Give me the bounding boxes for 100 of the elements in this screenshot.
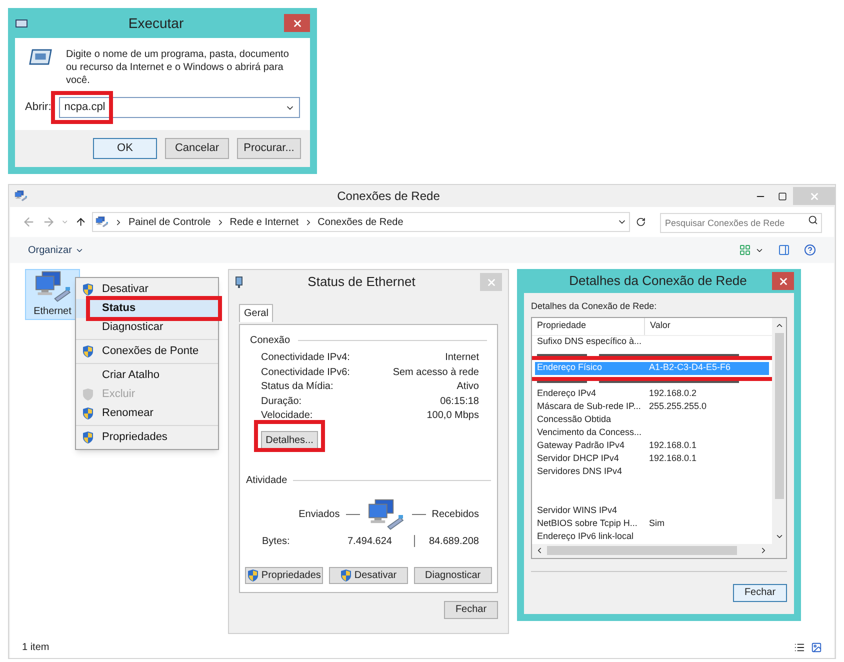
property-label: Conectividade IPv4:	[261, 351, 350, 364]
list-row[interactable]: Vencimento da Concess...	[535, 426, 769, 440]
command-value: ncpa.cpl	[64, 100, 106, 116]
scroll-thumb[interactable]	[774, 332, 784, 498]
search-field[interactable]: Pesquisar Conexões de Rede	[660, 213, 822, 233]
column-header[interactable]: Valor	[645, 318, 772, 334]
breadcrumb-item[interactable]: Painel de Controle	[128, 214, 211, 230]
list-label: Detalhes da Conexão de Rede:	[531, 300, 658, 313]
close-dialog-button[interactable]: Fechar	[733, 584, 787, 602]
property-value: Internet	[445, 351, 479, 364]
list-row[interactable]: Servidor WINS IPv4	[535, 504, 769, 518]
dialog-button[interactable]: Diagnosticar	[414, 566, 492, 584]
hidden-text	[537, 354, 587, 356]
network-computers-icon	[32, 270, 72, 304]
scroll-right-icon	[759, 546, 768, 555]
forward-icon	[42, 215, 56, 229]
run-icon	[15, 18, 28, 28]
preview-pane-icon	[778, 244, 790, 256]
property-label: Velocidade:	[261, 409, 313, 422]
menu-item[interactable]: Criar Atalho	[76, 366, 218, 385]
network-connection-item[interactable]: Ethernet	[25, 269, 80, 320]
view-options-icon	[739, 244, 751, 256]
list-row[interactable]: Gateway Padrão IPv4 192.168.0.1	[535, 440, 769, 452]
shield-icon	[82, 388, 94, 401]
section-heading: Conexão	[250, 334, 290, 348]
back-icon	[22, 215, 36, 229]
shield-icon	[82, 431, 94, 444]
breadcrumb-item[interactable]: Conexões de Rede	[318, 214, 404, 230]
property-label: Duração:	[261, 394, 302, 408]
sent-label: Enviados	[298, 508, 340, 522]
list-row[interactable]: Endereço IPv4 192.168.0.2	[535, 388, 769, 400]
list-row[interactable]: Máscara de Sub-rede IP... 255.255.255.0	[535, 400, 769, 414]
window-title: Executar	[127, 14, 185, 32]
received-label: Recebidos	[432, 508, 479, 522]
network-computers-icon	[366, 498, 406, 532]
close-icon	[486, 276, 496, 288]
details-view-icon	[794, 642, 805, 652]
menu-item[interactable]: Diagnosticar	[76, 318, 218, 337]
list-row[interactable]: Concessão Obtida	[535, 414, 769, 426]
network-icon	[14, 190, 28, 202]
column-header[interactable]: Propriedade	[532, 318, 645, 334]
dialog-button[interactable]: OK	[93, 138, 157, 159]
command-combobox[interactable]: ncpa.cpl	[59, 97, 300, 118]
help-icon	[804, 244, 816, 256]
horizontal-scrollbar[interactable]	[532, 544, 786, 558]
refresh-icon	[636, 217, 646, 227]
network-adapter-icon	[235, 276, 243, 288]
recent-icon	[61, 218, 69, 226]
bytes-label: Bytes:	[262, 534, 291, 548]
shield-icon	[82, 283, 94, 296]
close-button[interactable]	[284, 14, 310, 32]
window-title: Status de Ethernet	[306, 273, 416, 292]
dialog-button[interactable]: Procurar...	[237, 138, 301, 159]
close-icon	[808, 190, 820, 202]
property-value: Ativo	[456, 380, 479, 394]
maximize-icon	[778, 192, 787, 200]
property-label: Conectividade IPv6:	[261, 366, 350, 379]
run-icon	[29, 48, 52, 66]
hidden-text	[537, 380, 587, 382]
dialog-button[interactable]: Desativar	[329, 566, 408, 584]
organize-button[interactable]: Organizar	[28, 242, 84, 258]
instruction-text: Digite o nome de um programa, pasta, documento ou recurso da Internet e o Windows o abrirá para você.	[66, 48, 290, 87]
large-icons-view-icon	[811, 642, 822, 652]
breadcrumb-item[interactable]: Rede e Internet	[230, 214, 299, 230]
dialog-button[interactable]: Cancelar	[165, 138, 229, 159]
scroll-thumb[interactable]	[547, 546, 737, 555]
shield-icon	[340, 568, 352, 582]
window-title: Detalhes da Conexão de Rede	[568, 272, 748, 290]
shield-icon	[247, 568, 260, 582]
open-label: Abrir:	[25, 100, 52, 116]
section-heading: Atividade	[246, 474, 288, 488]
shield-icon	[82, 345, 94, 358]
list-row[interactable]: Servidores DNS IPv4	[535, 466, 769, 478]
address-bar[interactable]: Painel de Controle Rede e Internet Conexões de Rede	[92, 212, 630, 232]
list-row[interactable]: Servidor DHCP IPv4 192.168.0.1	[535, 452, 769, 466]
close-button[interactable]	[772, 272, 794, 290]
shield-icon	[82, 407, 94, 420]
vertical-scrollbar[interactable]	[772, 318, 786, 544]
dialog-button[interactable]: Propriedades	[245, 566, 324, 584]
list-row[interactable]: Sufixo DNS específico à...	[535, 336, 769, 348]
property-value: 100,0 Mbps	[426, 409, 479, 422]
status-text: 1 item	[22, 640, 50, 654]
network-icon	[95, 216, 110, 228]
menu-item[interactable]: Conexões de Ponte	[76, 342, 218, 361]
bytes-received: 84.689.208	[428, 534, 479, 548]
property-value: Sem acesso à rede	[392, 366, 479, 379]
menu-item[interactable]: Renomear	[76, 404, 218, 423]
list-row[interactable]: Endereço IPv6 link-local	[535, 530, 769, 544]
close-dialog-button[interactable]: Fechar	[444, 600, 498, 618]
tab[interactable]: Geral	[239, 304, 274, 322]
bytes-sent: 7.494.624	[346, 534, 392, 548]
menu-item[interactable]: Propriedades	[76, 428, 218, 447]
up-icon	[74, 216, 86, 228]
property-value: 06:15:18	[440, 394, 479, 408]
details-button[interactable]: Detalhes...	[261, 431, 318, 449]
close-icon	[292, 18, 302, 28]
window-title: Conexões de Rede	[336, 188, 441, 205]
scroll-left-icon	[535, 546, 544, 555]
list-row[interactable]: NetBIOS sobre Tcpip H... Sim	[535, 518, 769, 530]
search-icon	[808, 215, 818, 225]
